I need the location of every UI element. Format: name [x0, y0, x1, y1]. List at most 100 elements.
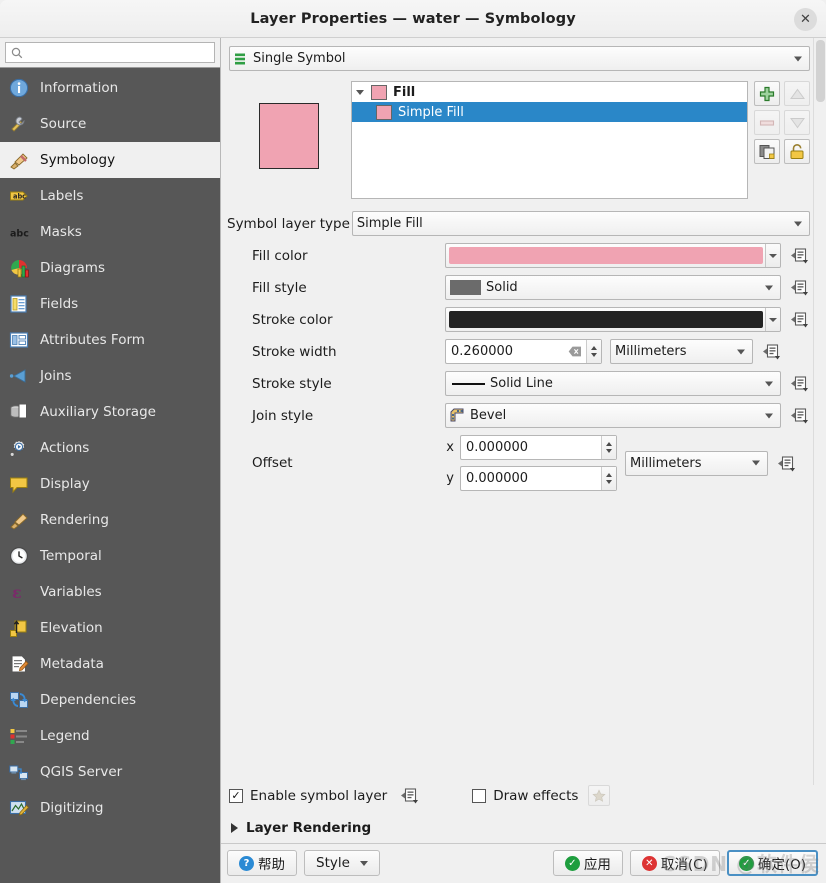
- sidebar-item-label: Actions: [40, 440, 90, 456]
- data-defined-override-icon: [791, 312, 808, 328]
- masks-icon: abc: [8, 221, 30, 243]
- offset-row: Offset x 0.000000 y 0.000000 Millimeters: [227, 435, 810, 491]
- stroke-color-button[interactable]: [445, 307, 781, 332]
- offset-x-input[interactable]: 0.000000: [460, 435, 617, 460]
- layer-rendering-section-toggle[interactable]: Layer Rendering: [227, 820, 810, 836]
- add-symbol-layer-button[interactable]: [754, 81, 780, 106]
- variables-icon: ε: [12, 583, 22, 602]
- help-button[interactable]: ? 帮助: [227, 850, 297, 876]
- sidebar-item-temporal[interactable]: Temporal: [0, 538, 220, 574]
- offset-x-stepper[interactable]: [601, 436, 616, 459]
- diagrams-icon: [11, 260, 29, 278]
- search-input[interactable]: [27, 44, 209, 61]
- stroke-width-data-defined-override-button[interactable]: [761, 342, 782, 362]
- enable-symbol-layer-label: Enable symbol layer: [250, 787, 388, 804]
- sidebar-item-joins[interactable]: Joins: [0, 358, 220, 394]
- stroke-color-data-defined-override-button[interactable]: [789, 310, 810, 330]
- stroke-style-row: Stroke style Solid Line: [227, 371, 810, 396]
- fill-style-data-defined-override-button[interactable]: [789, 278, 810, 298]
- fill-color-data-defined-override-button[interactable]: [789, 246, 810, 266]
- sidebar-item-masks[interactable]: abc Masks: [0, 214, 220, 250]
- fill-color-button[interactable]: [445, 243, 781, 268]
- stroke-width-input[interactable]: 0.260000: [445, 339, 602, 364]
- apply-button[interactable]: ✓ 应用: [552, 850, 623, 876]
- symbol-layer-tree[interactable]: Fill Simple Fill: [351, 81, 748, 199]
- search-box[interactable]: [5, 42, 215, 63]
- join-style-combo[interactable]: Bevel: [445, 403, 781, 428]
- sidebar-item-label: Dependencies: [40, 692, 137, 708]
- sidebar-item-attributes-form[interactable]: Attributes Form: [0, 322, 220, 358]
- fields-icon: [8, 293, 30, 315]
- sidebar-item-auxiliary-storage[interactable]: Auxiliary Storage: [0, 394, 220, 430]
- draw-effects-checkbox[interactable]: [472, 788, 487, 803]
- symbol-tool-buttons: [754, 81, 810, 199]
- fill-style-combo[interactable]: Solid: [445, 275, 781, 300]
- offset-unit-combo[interactable]: Millimeters: [625, 450, 768, 476]
- stroke-width-unit-combo[interactable]: Millimeters: [610, 339, 753, 364]
- renderer-type-combo[interactable]: Single Symbol: [229, 46, 810, 71]
- chevron-down-icon[interactable]: [356, 89, 364, 95]
- dependencies-icon: [10, 692, 28, 708]
- sidebar-item-metadata[interactable]: Metadata: [0, 646, 220, 682]
- sidebar-item-elevation[interactable]: Elevation: [0, 610, 220, 646]
- enable-symbol-layer-checkbox[interactable]: ✓: [229, 788, 243, 803]
- sidebar-item-label: Fields: [40, 296, 79, 312]
- fill-color-dropdown[interactable]: [765, 244, 780, 267]
- cancel-button-label: 取消(C): [660, 857, 708, 873]
- sidebar-item-diagrams[interactable]: Diagrams: [0, 250, 220, 286]
- stroke-width-stepper[interactable]: [586, 340, 601, 363]
- sidebar-item-dependencies[interactable]: Dependencies: [0, 682, 220, 718]
- sidebar-item-fields[interactable]: Fields: [0, 286, 220, 322]
- join-style-data-defined-override-button[interactable]: [789, 406, 810, 426]
- scrollbar-thumb[interactable]: [816, 40, 825, 102]
- sidebar-item-source[interactable]: Source: [0, 106, 220, 142]
- offset-data-defined-override-button[interactable]: [776, 453, 797, 473]
- sidebar-item-information[interactable]: Information: [0, 70, 220, 106]
- enable-symbol-layer-data-defined-override-button[interactable]: [399, 786, 420, 806]
- sidebar-item-variables[interactable]: ε Variables: [0, 574, 220, 610]
- sidebar-item-symbology[interactable]: Symbology: [0, 142, 220, 178]
- bevel-join-icon: [450, 408, 464, 422]
- vertical-scrollbar[interactable]: [813, 38, 826, 785]
- stroke-color-dropdown[interactable]: [765, 308, 780, 331]
- close-icon[interactable]: ✕: [794, 8, 817, 31]
- style-button[interactable]: Style: [304, 850, 380, 876]
- offset-y-input[interactable]: 0.000000: [460, 466, 617, 491]
- clear-icon[interactable]: [567, 345, 583, 359]
- symbol-layer-type-combo[interactable]: Simple Fill: [351, 211, 810, 236]
- sidebar-item-digitizing[interactable]: Digitizing: [0, 790, 220, 826]
- duplicate-symbol-layer-button[interactable]: [754, 139, 780, 164]
- data-defined-override-icon: [778, 455, 795, 471]
- offset-x-prefix: x: [446, 440, 454, 455]
- stroke-style-data-defined-override-button[interactable]: [789, 374, 810, 394]
- offset-y-stepper[interactable]: [601, 467, 616, 490]
- digitizing-icon: [9, 800, 29, 816]
- sidebar-item-rendering[interactable]: Rendering: [0, 502, 220, 538]
- sidebar-item-legend[interactable]: Legend: [0, 718, 220, 754]
- sidebar-item-label: Labels: [40, 188, 84, 204]
- actions-icon: [8, 437, 30, 459]
- legend-icon: [8, 725, 30, 747]
- stroke-width-row: Stroke width 0.260000 Millimeters: [227, 339, 810, 364]
- stroke-style-combo[interactable]: Solid Line: [445, 371, 781, 396]
- lock-layer-button[interactable]: [784, 139, 810, 164]
- symbol-tree-row[interactable]: Fill: [352, 82, 747, 102]
- symbol-tree-row[interactable]: Simple Fill: [352, 102, 747, 122]
- sidebar-item-display[interactable]: Display: [0, 466, 220, 502]
- fill-style-preview-swatch: [450, 280, 481, 295]
- cancel-button[interactable]: ✕ 取消(C): [629, 850, 720, 876]
- symbol-preview-cell: [227, 81, 351, 199]
- sidebar-item-actions[interactable]: Actions: [0, 430, 220, 466]
- symbology-icon: [10, 153, 28, 170]
- move-down-button: [784, 110, 810, 135]
- qgis-server-icon: [9, 765, 28, 781]
- stroke-color-label: Stroke color: [252, 311, 333, 328]
- fill-style-label: Fill style: [252, 279, 307, 296]
- data-defined-override-icon: [791, 376, 808, 392]
- ok-button[interactable]: ✓ 确定(O): [726, 850, 818, 876]
- sidebar-item-labels[interactable]: abc Labels: [0, 178, 220, 214]
- metadata-icon: [11, 655, 29, 673]
- customize-effects-button[interactable]: [588, 785, 611, 806]
- sidebar-item-qgis-server[interactable]: QGIS Server: [0, 754, 220, 790]
- display-icon: [8, 473, 30, 495]
